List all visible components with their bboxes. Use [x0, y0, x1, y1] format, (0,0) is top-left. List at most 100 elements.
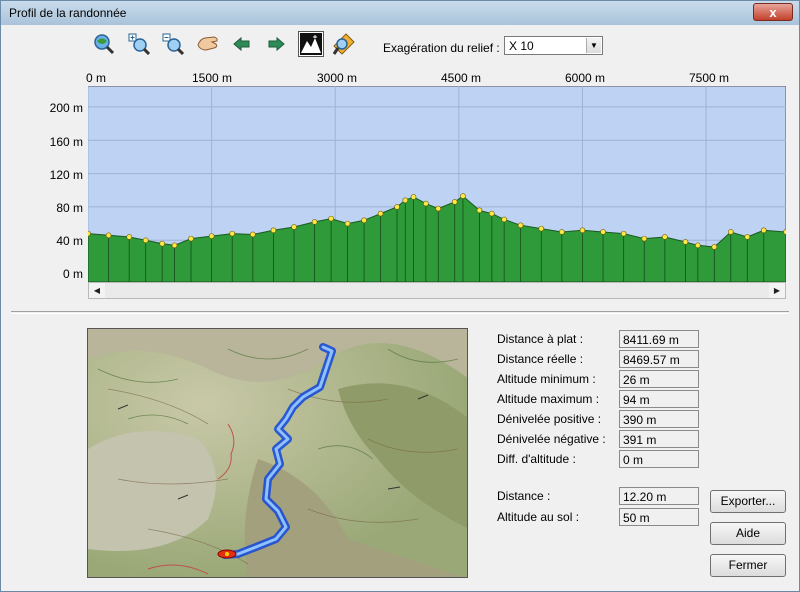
- relief-exaggeration-select[interactable]: X 10 ▼: [504, 36, 603, 55]
- export-button[interactable]: Exporter...: [710, 490, 786, 513]
- title-bar[interactable]: Profil de la randonnée x: [1, 1, 799, 25]
- stat-value: 8469.57 m: [619, 350, 699, 368]
- chevron-down-icon[interactable]: ▼: [586, 38, 601, 53]
- y-tick-label: 0 m: [62, 267, 83, 281]
- profile-point[interactable]: [159, 240, 165, 247]
- profile-point[interactable]: [695, 242, 701, 249]
- profile-point[interactable]: [344, 220, 351, 227]
- profile-point[interactable]: [559, 229, 565, 235]
- next-button[interactable]: [264, 32, 288, 56]
- relief-exaggeration-label: Exagération du relief :: [383, 41, 500, 55]
- locate-button[interactable]: [332, 32, 356, 56]
- profile-point[interactable]: [270, 227, 277, 234]
- profile-point[interactable]: [620, 230, 627, 237]
- profile-point[interactable]: [451, 199, 458, 205]
- profile-point[interactable]: [489, 210, 495, 217]
- close-button[interactable]: Fermer: [710, 554, 786, 577]
- profile-point[interactable]: [250, 231, 256, 238]
- y-tick-label: 200 m: [49, 101, 83, 115]
- stat-label: Distance à plat :: [497, 332, 584, 346]
- x-tick-label: 6000 m: [564, 71, 606, 85]
- locate-icon: [332, 33, 355, 55]
- relief-view-icon: [300, 33, 322, 55]
- stat-label: Diff. d'altitude :: [497, 452, 576, 466]
- help-button[interactable]: Aide: [710, 522, 786, 545]
- profile-point[interactable]: [460, 193, 466, 199]
- arrow-left-icon: [233, 36, 250, 52]
- profile-point[interactable]: [142, 237, 149, 244]
- cursor-distance-label: Distance :: [497, 489, 551, 503]
- profile-point[interactable]: [188, 235, 194, 242]
- pan-hand-icon: [197, 36, 218, 51]
- profile-point[interactable]: [402, 197, 409, 204]
- stat-value: 94 m: [619, 390, 699, 408]
- y-tick-label: 80 m: [56, 201, 83, 215]
- profile-point[interactable]: [538, 225, 545, 232]
- profile-point[interactable]: [126, 234, 133, 240]
- profile-point[interactable]: [311, 219, 318, 225]
- profile-point[interactable]: [744, 234, 751, 240]
- profile-point[interactable]: [727, 229, 734, 235]
- stat-value: 391 m: [619, 430, 699, 448]
- window-close-button[interactable]: x: [753, 3, 793, 21]
- profile-point[interactable]: [600, 229, 606, 235]
- profile-point[interactable]: [783, 229, 787, 235]
- profile-point[interactable]: [641, 235, 648, 242]
- x-tick-label: 1500 m: [191, 71, 233, 85]
- stat-label: Distance réelle :: [497, 352, 584, 366]
- relief-exaggeration-value: X 10: [509, 39, 534, 53]
- stat-label: Altitude maximum :: [497, 392, 600, 406]
- profile-point[interactable]: [435, 205, 442, 212]
- zoom-out-icon: [162, 33, 184, 55]
- profile-point[interactable]: [662, 234, 668, 240]
- chart-horizontal-scrollbar[interactable]: ◀ ▶: [88, 282, 786, 299]
- profile-point[interactable]: [517, 222, 524, 229]
- profile-point[interactable]: [476, 207, 483, 214]
- pan-button[interactable]: [196, 32, 220, 56]
- cursor-altitude-value: 50 m: [619, 508, 699, 526]
- y-tick-label: 120 m: [49, 168, 83, 182]
- cursor-altitude-label: Altitude au sol :: [497, 510, 580, 524]
- zoom-in-icon: [128, 33, 150, 55]
- profile-point[interactable]: [105, 232, 112, 239]
- x-tick-label: 4500 m: [440, 71, 482, 85]
- profile-point[interactable]: [291, 224, 297, 230]
- route-map[interactable]: [87, 328, 468, 578]
- x-tick-label: 7500 m: [688, 71, 730, 85]
- stat-value: 390 m: [619, 410, 699, 428]
- stat-value: 0 m: [619, 450, 699, 468]
- stat-label: Altitude minimum :: [497, 372, 596, 386]
- profile-point[interactable]: [579, 227, 586, 234]
- profile-point[interactable]: [410, 194, 417, 200]
- scroll-left-icon[interactable]: ◀: [89, 283, 105, 298]
- profile-point[interactable]: [682, 239, 689, 245]
- zoom-in-button[interactable]: [127, 32, 151, 56]
- scroll-right-icon[interactable]: ▶: [769, 283, 785, 298]
- profile-point[interactable]: [760, 227, 767, 234]
- zoom-fit-button[interactable]: [92, 32, 116, 56]
- profile-point[interactable]: [501, 216, 507, 223]
- profile-point[interactable]: [361, 217, 367, 224]
- profile-point[interactable]: [423, 200, 429, 207]
- zoom-out-button[interactable]: [161, 32, 185, 56]
- x-tick-label: 0 m: [85, 71, 107, 85]
- profile-point[interactable]: [711, 244, 718, 250]
- previous-button[interactable]: [230, 32, 254, 56]
- zoom-fit-icon: [94, 34, 115, 55]
- relief-view-button[interactable]: [298, 31, 324, 57]
- profile-point[interactable]: [328, 215, 334, 222]
- profile-point[interactable]: [394, 204, 400, 210]
- stat-value: 26 m: [619, 370, 699, 388]
- profile-point[interactable]: [171, 242, 178, 249]
- profile-point[interactable]: [377, 210, 384, 217]
- elevation-profile-chart[interactable]: [88, 86, 786, 282]
- topographic-map-image: [88, 329, 467, 577]
- profile-point[interactable]: [229, 230, 236, 237]
- cursor-distance-value: 12.20 m: [619, 487, 699, 505]
- y-tick-label: 160 m: [49, 135, 83, 149]
- profile-window: Profil de la randonnée x Exagération du …: [0, 0, 800, 592]
- profile-point[interactable]: [88, 230, 91, 237]
- stat-label: Dénivelée négative :: [497, 432, 606, 446]
- profile-point[interactable]: [208, 233, 215, 239]
- stat-value: 8411.69 m: [619, 330, 699, 348]
